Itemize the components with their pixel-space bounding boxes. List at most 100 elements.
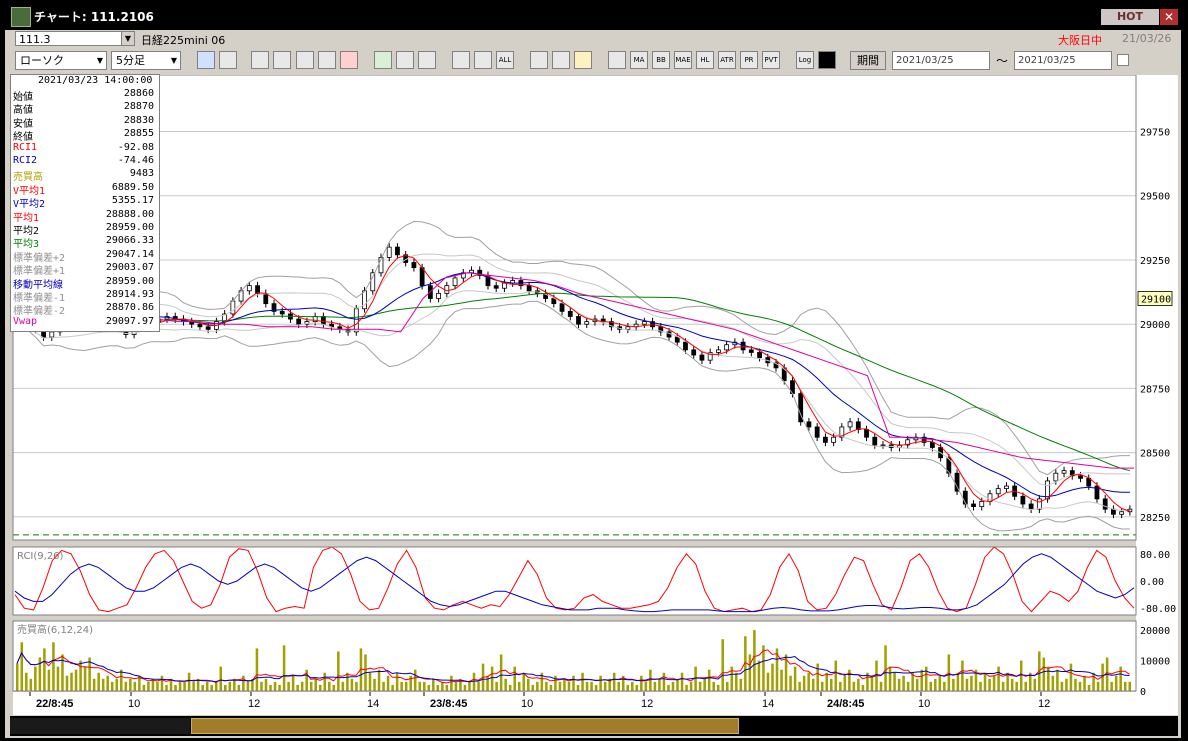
volume-bar xyxy=(477,681,480,691)
volume-bar xyxy=(490,666,494,691)
volume-bar xyxy=(346,672,349,691)
volume-bar xyxy=(499,654,503,691)
volume-bar xyxy=(25,672,28,691)
date-to-field[interactable]: 2021/03/25 xyxy=(1014,51,1112,70)
volume-bar xyxy=(667,684,670,691)
period-button[interactable]: 期間 xyxy=(850,51,886,70)
volume-bar xyxy=(590,681,593,691)
pvt-tool-button[interactable]: PVT xyxy=(762,51,780,69)
volume-bar xyxy=(1060,681,1064,691)
volume-bar xyxy=(47,669,51,691)
grid-tool-button[interactable] xyxy=(318,51,336,69)
draw-tool-button[interactable] xyxy=(374,51,392,69)
candle-body xyxy=(1061,470,1067,474)
x-tick-label: 10 xyxy=(521,698,533,710)
candle-body xyxy=(370,272,376,292)
volume-bar xyxy=(612,672,616,691)
info-row: Vwap 29097.97 xyxy=(13,316,157,329)
code-dropdown-icon[interactable]: ▼ xyxy=(121,31,135,46)
flag-tool-button[interactable] xyxy=(340,51,358,69)
volume-bar xyxy=(445,684,449,691)
chart-type-select[interactable]: ローソク ▼ xyxy=(15,51,107,70)
volume-bar xyxy=(468,681,471,691)
info-panel: 2021/03/23 14:00:00 始値 28860 高値 28870 安値 2883… xyxy=(10,74,160,332)
window-titlebar: チャート: 111.2106 HOT ✕ xyxy=(0,0,1188,30)
ma-tool-button[interactable]: MA xyxy=(630,51,648,69)
volume-bar xyxy=(97,672,100,691)
color-tool-button[interactable] xyxy=(574,51,592,69)
info-row: V平均2 5355.17 xyxy=(13,195,157,210)
mae-tool-button[interactable]: MAE xyxy=(674,51,692,69)
volume-bar xyxy=(585,681,589,691)
atr-tool-button[interactable]: ATR xyxy=(718,51,736,69)
candle-body xyxy=(362,290,367,310)
volume-bar xyxy=(1119,666,1122,691)
info-label: RCI1 xyxy=(13,141,38,153)
volume-bar xyxy=(142,684,146,691)
close-button[interactable]: ✕ xyxy=(1160,9,1178,25)
x-tick-label: 10 xyxy=(128,698,140,710)
volume-bar xyxy=(269,684,272,691)
volume-bar xyxy=(1019,660,1023,691)
volume-bar xyxy=(676,678,679,691)
volume-bar xyxy=(811,678,815,691)
info-row: 標準偏差-2 28870.86 xyxy=(13,302,157,317)
volume-bar xyxy=(296,684,299,691)
candle-body xyxy=(49,331,55,338)
candle-body xyxy=(1078,475,1083,479)
symbol-name: 日経225mini 06 xyxy=(141,34,226,47)
volume-bar xyxy=(386,675,390,691)
volume-bar xyxy=(423,681,426,691)
info-value: 28855 xyxy=(123,128,154,140)
volume-bar xyxy=(798,681,801,691)
range-checkbox[interactable] xyxy=(1117,54,1129,66)
interval-select[interactable]: 5分足 ▼ xyxy=(111,51,181,70)
volume-bar xyxy=(192,681,195,691)
candle-body xyxy=(1102,498,1108,510)
candle-body xyxy=(1004,485,1009,490)
volume-bar xyxy=(70,672,73,691)
volume-bar xyxy=(1047,666,1050,691)
fib-tool-button[interactable] xyxy=(530,51,548,69)
rci-tick-label: 0.00 xyxy=(1140,577,1164,588)
down-tool-button[interactable] xyxy=(251,51,269,69)
chart-area[interactable]: 29750 29500 29250 29000 28750 28500 28250 29100… xyxy=(10,75,1178,715)
info-value: 28914.93 xyxy=(105,289,154,300)
trend-tool-button[interactable] xyxy=(396,51,414,69)
rci-tick-label: 80.00 xyxy=(1140,550,1170,561)
volume-bar xyxy=(689,681,693,691)
tile-tool-button[interactable] xyxy=(296,51,314,69)
copy-tool-button[interactable] xyxy=(818,51,836,69)
candle-body xyxy=(559,303,565,312)
volume-bar xyxy=(400,681,403,691)
volume-bar xyxy=(943,681,946,691)
volume-bar xyxy=(106,675,109,691)
volume-bar xyxy=(888,666,892,691)
box-tool-button[interactable] xyxy=(474,51,492,69)
hl-tool-button[interactable]: HL xyxy=(696,51,714,69)
bb-tool-button[interactable]: BB xyxy=(652,51,670,69)
volume-bar xyxy=(703,678,706,691)
flip-tool-button[interactable] xyxy=(418,51,436,69)
volume-bar xyxy=(1065,678,1068,691)
hot-button[interactable]: HOT xyxy=(1101,9,1159,25)
volume-bar xyxy=(721,639,724,691)
code-input[interactable]: 111.3 xyxy=(15,31,123,46)
date-from-field[interactable]: 2021/03/25 xyxy=(892,51,990,70)
volume-bar xyxy=(834,660,838,691)
volume-bar xyxy=(323,672,327,691)
cross-tool-button[interactable] xyxy=(219,51,237,69)
main-panel-bg xyxy=(13,75,1136,540)
scrollbar-thumb[interactable] xyxy=(191,718,739,734)
candle-body xyxy=(584,321,590,325)
pen-tool-button[interactable] xyxy=(552,51,570,69)
zoom-tool-button[interactable] xyxy=(273,51,291,69)
ohlc-tool-button[interactable] xyxy=(452,51,470,69)
pr-tool-button[interactable]: PR xyxy=(740,51,758,69)
volume-bar xyxy=(282,645,286,691)
all-tool-button[interactable]: ALL xyxy=(496,51,514,69)
search-tool-button[interactable] xyxy=(197,51,215,69)
y-tick-label: 29500 xyxy=(1140,192,1170,203)
ma_a-tool-button[interactable] xyxy=(608,51,626,69)
log-tool-button[interactable]: Log xyxy=(796,51,814,69)
